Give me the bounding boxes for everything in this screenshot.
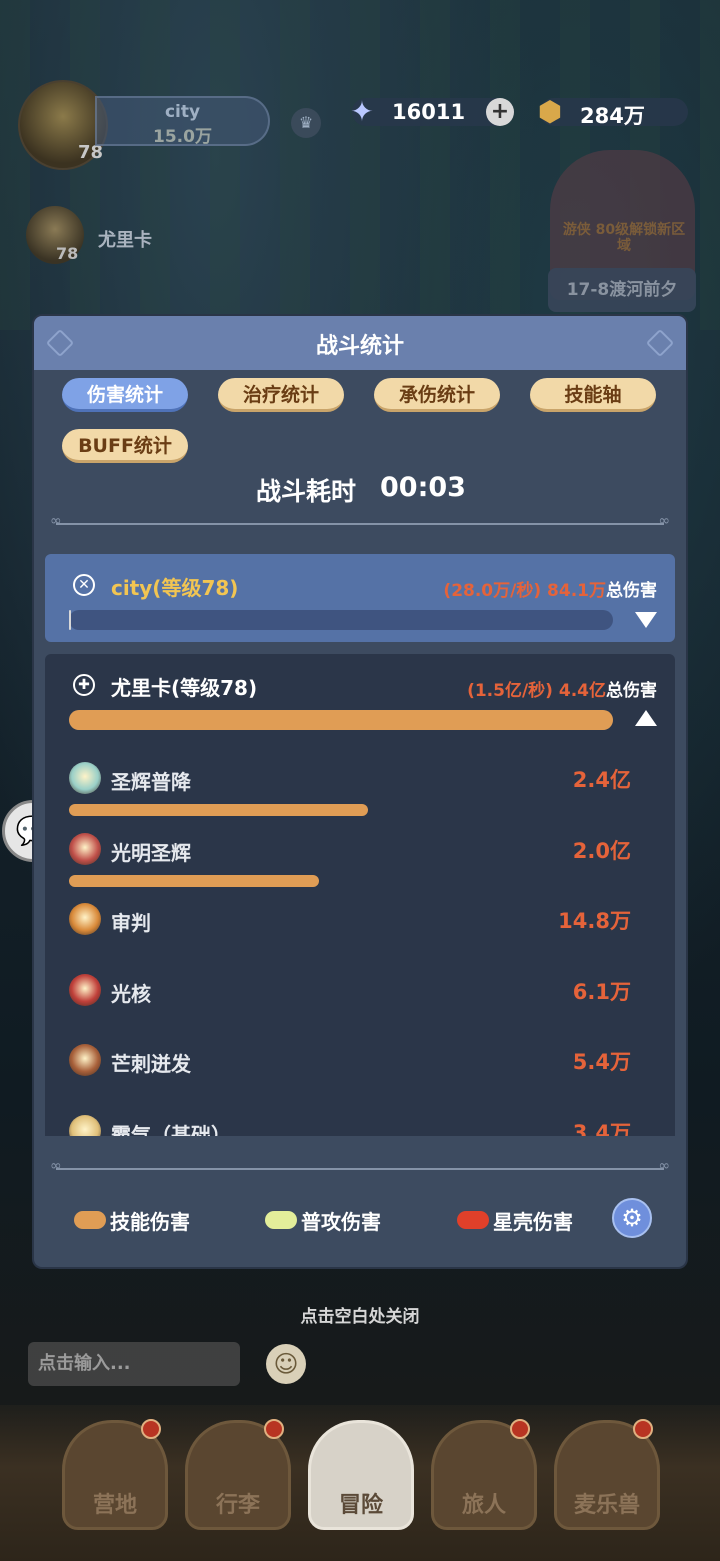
- skill-name: 光核: [111, 981, 151, 1006]
- battle-stats-modal: 战斗统计 伤害统计 治疗统计 承伤统计 技能轴 BUFF统计 战斗耗时 00:0…: [34, 316, 686, 1267]
- unit-damage-bar: [69, 610, 613, 630]
- close-hint[interactable]: 点击空白处关闭: [0, 1302, 720, 1327]
- ally-name: 尤里卡: [98, 230, 152, 251]
- unit-name: city(等级78): [111, 576, 239, 600]
- unit-damage-bar-fill: [69, 710, 613, 730]
- chat-input[interactable]: 点击输入...: [28, 1342, 240, 1386]
- unit-total-damage: 84.1万: [547, 581, 606, 601]
- legend-swatch: [74, 1211, 106, 1229]
- divider: [50, 1158, 670, 1174]
- divider: [50, 513, 670, 529]
- tab-damage-taken-stats[interactable]: 承伤统计: [374, 378, 500, 412]
- gem-icon: ✦: [350, 95, 374, 128]
- judgment-icon: [69, 903, 101, 935]
- unit-card-city[interactable]: ✕ city(等级78) (28.0万/秒) 84.1万总伤害: [45, 554, 675, 642]
- nav-label: 行李: [215, 1493, 260, 1518]
- legend-swatch: [457, 1211, 489, 1229]
- unit-dps: (1.5亿/秒) 4.4亿总伤害: [467, 676, 657, 701]
- gold-value: 284万: [580, 104, 645, 128]
- crown-icon[interactable]: ♛: [291, 108, 321, 138]
- gem-value: 16011: [392, 100, 466, 124]
- unit-name: 尤里卡(等级78): [111, 676, 258, 700]
- nav-camp-button[interactable]: 营地: [62, 1419, 168, 1530]
- tab-damage-stats[interactable]: 伤害统计: [62, 378, 188, 412]
- skill-name: 光明圣辉: [111, 840, 191, 865]
- settings-gear-icon[interactable]: ⚙: [612, 1198, 652, 1238]
- nav-luggage-button[interactable]: 行李: [185, 1419, 291, 1530]
- thorn-burst-icon: [69, 1044, 101, 1076]
- skill-name: 审判: [111, 911, 151, 935]
- unit-class-icon: ✕: [73, 574, 95, 596]
- skill-name: 霸气（基础）: [111, 1122, 231, 1137]
- player-power: 15.0万: [153, 127, 212, 147]
- unit-damage-bar: [69, 710, 613, 730]
- legend-swatch: [265, 1211, 297, 1229]
- damage-list[interactable]: ✕ city(等级78) (28.0万/秒) 84.1万总伤害 ✚ 尤里卡(等级…: [45, 554, 675, 1136]
- skill-name: 圣辉普降: [111, 770, 191, 794]
- player-name: city: [164, 102, 201, 122]
- ally-level: 78: [56, 244, 79, 263]
- light-core-icon: [69, 973, 101, 1006]
- add-gems-button[interactable]: +: [486, 98, 514, 126]
- gem-counter: ✦ 16011 +: [350, 95, 514, 128]
- skill-row: 圣辉普降 2.4亿: [45, 762, 675, 832]
- skill-damage-value: 5.4万: [572, 1050, 631, 1074]
- notification-dot: [633, 1419, 653, 1439]
- emoji-icon[interactable]: ☺: [266, 1344, 306, 1384]
- legend-label: 星壳伤害: [493, 1210, 573, 1234]
- nav-travelers-button[interactable]: 旅人: [431, 1419, 537, 1530]
- nav-label: 营地: [92, 1493, 137, 1518]
- skill-row: 光核 6.1万: [45, 973, 675, 1044]
- unit-damage-bar-fill: [69, 610, 71, 630]
- unit-total-suffix: 总伤害: [606, 681, 657, 701]
- gold-coin-icon: ⬢: [537, 95, 563, 128]
- notification-dot: [510, 1419, 530, 1439]
- skill-row: 光明圣辉 2.0亿: [45, 832, 675, 903]
- holy-rain-icon: [69, 762, 101, 794]
- unit-dps: (28.0万/秒) 84.1万总伤害: [443, 576, 657, 601]
- skill-damage-value: 6.1万: [572, 979, 631, 1004]
- skill-damage-bar: [69, 804, 368, 816]
- notification-dot: [264, 1419, 284, 1439]
- holy-light-icon: [69, 832, 101, 865]
- nav-label: 冒险: [338, 1493, 383, 1518]
- skill-damage-value: 3.4万: [572, 1120, 631, 1137]
- skill-damage-value: 14.8万: [558, 909, 631, 933]
- nav-label: 旅人: [461, 1493, 506, 1518]
- unit-dps-rate: (28.0万/秒): [443, 581, 542, 601]
- legend-label: 普攻伤害: [301, 1210, 381, 1234]
- battle-time-value: 00:03: [380, 472, 466, 503]
- quest-text: 游侠 80级解锁新区域: [562, 222, 686, 254]
- skill-row: 芒刺迸发 5.4万: [45, 1044, 675, 1114]
- battle-time-label: 战斗耗时: [256, 477, 357, 506]
- unit-dps-rate: (1.5亿/秒): [467, 681, 553, 701]
- gold-counter: ⬢ 284万: [538, 95, 688, 128]
- skill-name: 芒刺迸发: [111, 1052, 191, 1076]
- expand-arrow-icon[interactable]: [635, 612, 657, 628]
- player-card[interactable]: city 15.0万: [95, 96, 270, 147]
- stage-label[interactable]: 17-8渡河前夕: [548, 268, 696, 312]
- nav-mailes-beast-button[interactable]: 麦乐兽: [554, 1419, 660, 1530]
- modal-header: 战斗统计: [34, 316, 686, 370]
- legend-label: 技能伤害: [110, 1210, 190, 1234]
- tab-skill-timeline[interactable]: 技能轴: [530, 378, 656, 412]
- tab-heal-stats[interactable]: 治疗统计: [218, 378, 344, 412]
- skill-row: 审判 14.8万: [45, 903, 675, 973]
- skill-damage-bar: [69, 874, 319, 887]
- skill-row: 霸气（基础） 3.4万: [45, 1114, 675, 1137]
- nav-adventure-button[interactable]: 冒险: [308, 1420, 414, 1530]
- domineer-icon: [69, 1114, 101, 1136]
- skill-damage-value: 2.0亿: [572, 838, 631, 863]
- nav-label: 麦乐兽: [573, 1493, 640, 1518]
- notification-dot: [141, 1419, 161, 1439]
- collapse-arrow-icon[interactable]: [635, 710, 657, 726]
- unit-card-yulika[interactable]: ✚ 尤里卡(等级78) (1.5亿/秒) 4.4亿总伤害 圣辉普降 2.4亿光明圣…: [45, 654, 675, 1136]
- modal-title: 战斗统计: [315, 334, 404, 359]
- unit-total-suffix: 总伤害: [606, 581, 657, 601]
- unit-total-damage: 4.4亿: [558, 681, 606, 701]
- tab-buff-stats[interactable]: BUFF统计: [62, 429, 188, 463]
- skill-damage-value: 2.4亿: [572, 768, 631, 792]
- unit-class-icon: ✚: [73, 674, 95, 696]
